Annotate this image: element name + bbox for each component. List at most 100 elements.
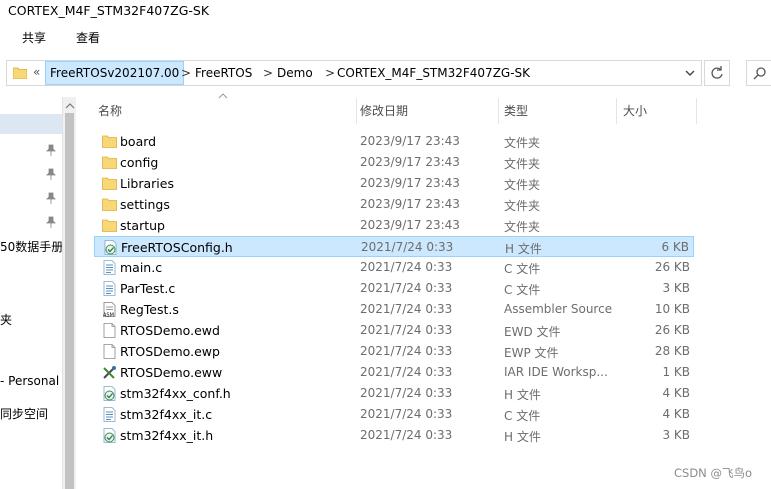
scroll-up-icon[interactable]: [63, 99, 77, 113]
file-type: C 文件: [504, 409, 541, 423]
file-row[interactable]: stm32f4xx_conf.h 2021/7/24 0:33 H 文件 4 KB: [94, 383, 694, 404]
address-row: « FreeRTOSv202107.00 > FreeRTOS > Demo >…: [0, 52, 771, 94]
overflow-chevron[interactable]: «: [33, 65, 40, 79]
c-file-icon: [103, 260, 116, 275]
file-date: 2021/7/24 0:33: [360, 344, 453, 358]
search-box[interactable]: [746, 60, 771, 86]
folder-icon: [102, 135, 117, 148]
file-name: RTOSDemo.ewp: [120, 344, 220, 359]
file-row[interactable]: ASM RegTest.s 2021/7/24 0:33 Assembler Sour…: [94, 299, 694, 320]
file-size: 4 KB: [662, 407, 690, 421]
column-date[interactable]: 修改日期: [360, 98, 408, 124]
file-date: 2023/9/17 23:43: [360, 218, 460, 232]
tab-view[interactable]: 查看: [76, 29, 100, 46]
file-name: board: [120, 134, 157, 149]
file-row[interactable]: RTOSDemo.ewd 2021/7/24 0:33 EWD 文件 26 KB: [94, 320, 694, 341]
nav-item-sync-space[interactable]: 同步空间: [0, 405, 48, 422]
file-row[interactable]: settings 2023/9/17 23:43 文件夹: [94, 194, 694, 215]
ribbon: 共享 查看: [0, 22, 771, 52]
h-file-icon: [103, 386, 116, 401]
file-date: 2021/7/24 0:33: [360, 260, 453, 274]
column-size[interactable]: 大小: [623, 98, 647, 124]
file-date: 2021/7/24 0:33: [360, 428, 453, 442]
file-row[interactable]: startup 2023/9/17 23:43 文件夹: [94, 215, 694, 236]
file-date: 2021/7/24 0:33: [360, 386, 453, 400]
file-size: 1 KB: [662, 365, 690, 379]
file-row[interactable]: board 2023/9/17 23:43 文件夹: [94, 131, 694, 152]
chevron-right-icon[interactable]: >: [263, 61, 273, 85]
title-bar: CORTEX_M4F_STM32F407ZG-SK: [0, 0, 771, 22]
nav-scrollbar[interactable]: [62, 97, 76, 489]
pin-icon[interactable]: [46, 168, 56, 180]
refresh-button[interactable]: [704, 60, 730, 86]
chevron-down-icon[interactable]: [683, 66, 697, 80]
tab-share[interactable]: 共享: [22, 29, 46, 46]
file-row[interactable]: stm32f4xx_it.c 2021/7/24 0:33 C 文件 4 KB: [94, 404, 694, 425]
file-type: H 文件: [504, 388, 541, 402]
file-name: config: [120, 155, 159, 170]
file-type: C 文件: [504, 283, 541, 297]
breadcrumb-freertosv202107[interactable]: FreeRTOSv202107.00: [45, 61, 185, 85]
column-divider[interactable]: [356, 98, 357, 124]
file-size: 26 KB: [654, 323, 690, 337]
file-name: stm32f4xx_it.h: [120, 428, 214, 443]
file-name: stm32f4xx_conf.h: [120, 386, 231, 401]
chevron-right-icon[interactable]: >: [181, 61, 191, 85]
file-type: IAR IDE Worksp...: [504, 365, 608, 379]
file-date: 2023/9/17 23:43: [360, 155, 460, 169]
file-date: 2021/7/24 0:33: [360, 302, 453, 316]
file-row[interactable]: RTOSDemo.eww 2021/7/24 0:33 IAR IDE Worksp…: [94, 362, 694, 383]
file-row[interactable]: FreeRTOSConfig.h 2021/7/24 0:33 H 文件 6 KB: [94, 236, 694, 257]
file-size: 3 KB: [662, 281, 690, 295]
column-divider[interactable]: [616, 98, 617, 124]
svg-text:ASM: ASM: [103, 313, 114, 318]
file-name: ParTest.c: [120, 281, 176, 296]
scrollbar-thumb[interactable]: [65, 113, 74, 489]
pin-icon[interactable]: [46, 216, 56, 228]
asm-file-icon: ASM: [103, 302, 116, 318]
file-type: 文件夹: [504, 157, 541, 171]
file-row[interactable]: config 2023/9/17 23:43 文件夹: [94, 152, 694, 173]
nav-selected-item[interactable]: [0, 114, 62, 134]
sort-up-icon: [218, 93, 228, 99]
breadcrumb-cortex[interactable]: CORTEX_M4F_STM32F407ZG-SK: [333, 61, 534, 85]
column-divider[interactable]: [498, 98, 499, 124]
column-type[interactable]: 类型: [504, 98, 528, 124]
file-type: 文件夹: [504, 178, 541, 192]
address-bar[interactable]: « FreeRTOSv202107.00 > FreeRTOS > Demo >…: [6, 60, 702, 86]
file-name: settings: [120, 197, 170, 212]
c-file-icon: [103, 281, 116, 296]
nav-item-datasheet[interactable]: 50数据手册: [0, 238, 63, 255]
nav-item-personal[interactable]: - Personal: [0, 374, 59, 388]
file-size: 28 KB: [654, 344, 690, 358]
file-type: H 文件: [505, 242, 542, 256]
folder-icon: [102, 177, 117, 190]
file-type: 文件夹: [504, 199, 541, 213]
file-name: RTOSDemo.eww: [120, 365, 223, 380]
file-date: 2021/7/24 0:33: [361, 240, 454, 254]
file-type: EWD 文件: [504, 325, 561, 339]
file-row[interactable]: ParTest.c 2021/7/24 0:33 C 文件 3 KB: [94, 278, 694, 299]
column-divider[interactable]: [696, 98, 697, 124]
file-row[interactable]: RTOSDemo.ewp 2021/7/24 0:33 EWP 文件 28 KB: [94, 341, 694, 362]
pin-icon[interactable]: [46, 144, 56, 156]
blank-file-icon: [103, 344, 116, 359]
c-file-icon: [103, 407, 116, 422]
iar-workspace-icon: [103, 366, 116, 379]
column-name[interactable]: 名称: [98, 98, 122, 124]
file-date: 2023/9/17 23:43: [360, 176, 460, 190]
file-date: 2021/7/24 0:33: [360, 281, 453, 295]
nav-item-folder[interactable]: 夹: [0, 311, 12, 328]
file-type: C 文件: [504, 262, 541, 276]
breadcrumb-demo[interactable]: Demo: [273, 61, 317, 85]
file-type: 文件夹: [504, 220, 541, 234]
file-row[interactable]: main.c 2021/7/24 0:33 C 文件 26 KB: [94, 257, 694, 278]
file-name: RTOSDemo.ewd: [120, 323, 220, 338]
breadcrumb-freertos[interactable]: FreeRTOS: [191, 61, 256, 85]
file-row[interactable]: stm32f4xx_it.h 2021/7/24 0:33 H 文件 3 KB: [94, 425, 694, 446]
h-file-icon: [103, 428, 116, 443]
file-row[interactable]: Libraries 2023/9/17 23:43 文件夹: [94, 173, 694, 194]
h-file-icon: [104, 240, 117, 255]
pin-icon[interactable]: [46, 192, 56, 204]
file-date: 2023/9/17 23:43: [360, 134, 460, 148]
